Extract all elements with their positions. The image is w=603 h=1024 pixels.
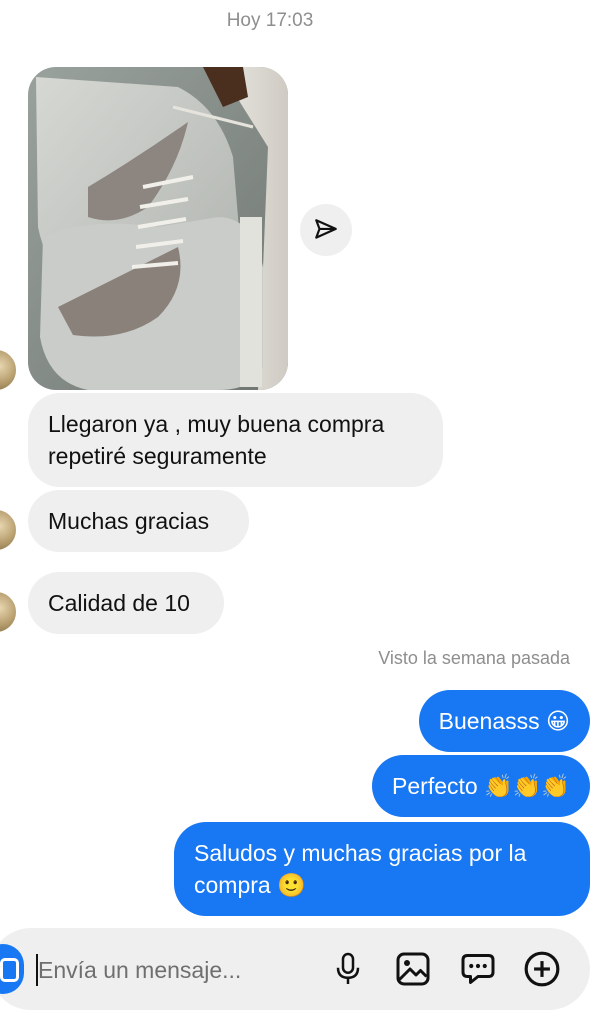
microphone-button[interactable]	[328, 949, 368, 989]
share-photo-button[interactable]	[300, 204, 352, 256]
outgoing-message[interactable]: Perfecto 👏👏👏	[372, 755, 590, 817]
more-options-button[interactable]	[522, 949, 562, 989]
microphone-icon	[336, 952, 360, 984]
plus-circle-icon	[524, 951, 560, 987]
outgoing-message[interactable]: Saludos y muchas gracias por la compra 🙂	[174, 822, 590, 916]
incoming-message[interactable]: Muchas gracias	[28, 490, 249, 552]
gallery-button[interactable]	[393, 949, 433, 989]
chat-bubble-icon	[461, 954, 495, 984]
outgoing-message[interactable]: Buenasss 😀	[418, 690, 590, 752]
message-input[interactable]	[38, 952, 308, 988]
conversation-timestamp: Hoy 17:03	[226, 10, 314, 31]
incoming-message[interactable]: Llegaron ya , muy buena compra repetiré …	[28, 393, 443, 487]
sneaker-photo-image	[28, 67, 288, 390]
chat-screen: Hoy 17:03 Llegaron ya , muy buena compra…	[0, 0, 603, 1024]
sticker-button[interactable]	[458, 949, 498, 989]
incoming-message[interactable]: Calidad de 10	[28, 572, 224, 634]
received-photo[interactable]	[28, 67, 288, 390]
seen-status: Visto la semana pasada	[378, 648, 570, 668]
image-icon	[396, 952, 430, 986]
send-icon	[315, 219, 337, 239]
sender-avatar[interactable]	[0, 508, 18, 552]
sender-avatar[interactable]	[0, 348, 18, 392]
sender-avatar[interactable]	[0, 590, 18, 634]
